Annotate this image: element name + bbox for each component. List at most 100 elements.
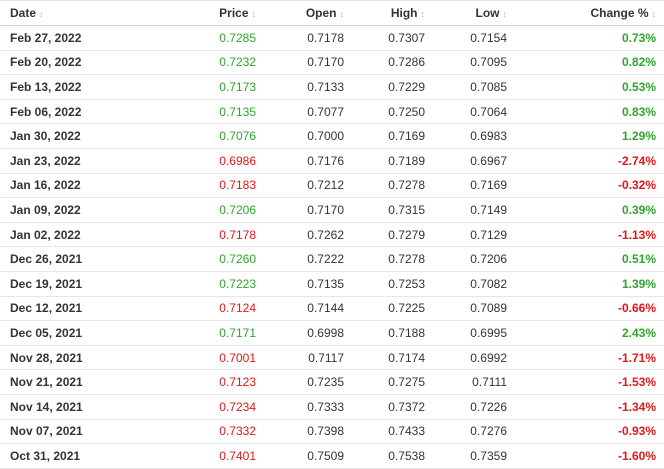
high-cell: 0.7225 <box>344 296 425 322</box>
table-row: Oct 31, 2021 0.7401 0.7509 0.7538 0.7359 -1.6… <box>0 443 664 469</box>
sort-icon[interactable]: ↕ <box>503 9 508 19</box>
high-cell: 0.7275 <box>344 369 425 395</box>
change-cell: 0.51% <box>507 246 664 272</box>
change-cell: -1.71% <box>507 345 664 371</box>
low-cell: 0.7129 <box>425 222 507 248</box>
high-cell: 0.7433 <box>344 419 425 445</box>
low-cell: 0.7111 <box>425 369 507 395</box>
table-body: Feb 27, 2022 0.7285 0.7178 0.7307 0.7154 0.73… <box>0 25 664 469</box>
open-cell: 0.7077 <box>256 99 344 125</box>
price-cell: 0.7171 <box>170 320 256 346</box>
low-cell: 0.6983 <box>425 123 507 149</box>
price-cell: 0.7232 <box>170 50 256 76</box>
change-cell: -1.13% <box>507 222 664 248</box>
change-cell: 0.73% <box>507 25 664 51</box>
column-header-label: High <box>390 6 418 20</box>
column-header-label: Date <box>10 6 37 20</box>
change-cell: 0.53% <box>507 74 664 100</box>
column-header-open[interactable]: Open ↕ <box>256 0 345 26</box>
change-cell: 0.83% <box>507 99 664 125</box>
change-cell: 2.43% <box>507 320 664 346</box>
sort-icon[interactable]: ↕ <box>421 9 426 19</box>
low-cell: 0.7206 <box>425 246 507 272</box>
date-cell: Jan 02, 2022 <box>0 222 170 248</box>
table-row: Nov 07, 2021 0.7332 0.7398 0.7433 0.7276 -0.9… <box>0 419 664 445</box>
price-cell: 0.7076 <box>170 123 256 149</box>
high-cell: 0.7229 <box>344 74 425 100</box>
open-cell: 0.7135 <box>256 271 344 297</box>
price-cell: 0.7332 <box>170 419 256 445</box>
table-row: Jan 16, 2022 0.7183 0.7212 0.7278 0.7169 -0.3… <box>0 173 664 199</box>
table-row: Nov 28, 2021 0.7001 0.7117 0.7174 0.6992 -1.7… <box>0 345 664 371</box>
date-cell: Jan 16, 2022 <box>0 173 170 199</box>
change-cell: 1.39% <box>507 271 664 297</box>
sort-icon[interactable]: ↕ <box>652 9 657 19</box>
column-header-high[interactable]: High ↕ <box>344 0 426 26</box>
date-cell: Nov 28, 2021 <box>0 345 170 371</box>
table-row: Nov 14, 2021 0.7234 0.7333 0.7372 0.7226 -1.3… <box>0 394 664 420</box>
column-header-change[interactable]: Change % ↕ <box>507 0 664 26</box>
date-cell: Feb 06, 2022 <box>0 99 170 125</box>
high-cell: 0.7307 <box>344 25 425 51</box>
low-cell: 0.7082 <box>425 271 507 297</box>
sort-icon[interactable]: ↕ <box>39 9 44 19</box>
high-cell: 0.7372 <box>344 394 425 420</box>
column-header-price[interactable]: Price ↕ <box>170 0 257 26</box>
price-cell: 0.7178 <box>170 222 256 248</box>
price-cell: 0.7183 <box>170 173 256 199</box>
date-cell: Oct 31, 2021 <box>0 443 170 469</box>
high-cell: 0.7188 <box>344 320 425 346</box>
low-cell: 0.7064 <box>425 99 507 125</box>
table-row: Feb 20, 2022 0.7232 0.7170 0.7286 0.7095 0.82… <box>0 50 664 76</box>
change-cell: -2.74% <box>507 148 664 174</box>
table-row: Feb 13, 2022 0.7173 0.7133 0.7229 0.7085 0.53… <box>0 74 664 100</box>
price-cell: 0.6986 <box>170 148 256 174</box>
column-header-label: Change % <box>590 6 649 20</box>
date-cell: Dec 05, 2021 <box>0 320 170 346</box>
price-cell: 0.7401 <box>170 443 256 469</box>
low-cell: 0.6967 <box>425 148 507 174</box>
column-header-date[interactable]: Date ↕ <box>0 0 170 26</box>
table-row: Jan 02, 2022 0.7178 0.7262 0.7279 0.7129 -1.1… <box>0 222 664 248</box>
low-cell: 0.7169 <box>425 173 507 199</box>
historical-data-table: Date ↕ Price ↕ Open ↕ High ↕ Low ↕ Change % ↕ … <box>0 0 664 469</box>
open-cell: 0.7144 <box>256 296 344 322</box>
change-cell: 0.39% <box>507 197 664 223</box>
table-row: Jan 09, 2022 0.7206 0.7170 0.7315 0.7149 0.39… <box>0 197 664 223</box>
low-cell: 0.7276 <box>425 419 507 445</box>
low-cell: 0.7095 <box>425 50 507 76</box>
open-cell: 0.7398 <box>256 419 344 445</box>
open-cell: 0.7509 <box>256 443 344 469</box>
low-cell: 0.7154 <box>425 25 507 51</box>
high-cell: 0.7315 <box>344 197 425 223</box>
open-cell: 0.7133 <box>256 74 344 100</box>
high-cell: 0.7279 <box>344 222 425 248</box>
open-cell: 0.7222 <box>256 246 344 272</box>
change-cell: -0.32% <box>507 173 664 199</box>
low-cell: 0.7149 <box>425 197 507 223</box>
open-cell: 0.7000 <box>256 123 344 149</box>
high-cell: 0.7286 <box>344 50 425 76</box>
open-cell: 0.7178 <box>256 25 344 51</box>
open-cell: 0.6998 <box>256 320 344 346</box>
high-cell: 0.7174 <box>344 345 425 371</box>
low-cell: 0.7089 <box>425 296 507 322</box>
date-cell: Feb 13, 2022 <box>0 74 170 100</box>
price-cell: 0.7223 <box>170 271 256 297</box>
price-cell: 0.7260 <box>170 246 256 272</box>
open-cell: 0.7170 <box>256 197 344 223</box>
high-cell: 0.7278 <box>344 246 425 272</box>
sort-icon[interactable]: ↕ <box>252 9 257 19</box>
column-header-low[interactable]: Low ↕ <box>425 0 508 26</box>
open-cell: 0.7117 <box>256 345 344 371</box>
low-cell: 0.7085 <box>425 74 507 100</box>
price-cell: 0.7206 <box>170 197 256 223</box>
column-header-label: Price <box>219 6 249 20</box>
high-cell: 0.7250 <box>344 99 425 125</box>
change-cell: 0.82% <box>507 50 664 76</box>
table-row: Nov 21, 2021 0.7123 0.7235 0.7275 0.7111 -1.5… <box>0 369 664 395</box>
date-cell: Feb 27, 2022 <box>0 25 170 51</box>
sort-icon[interactable]: ↕ <box>340 9 345 19</box>
open-cell: 0.7333 <box>256 394 344 420</box>
date-cell: Dec 26, 2021 <box>0 246 170 272</box>
